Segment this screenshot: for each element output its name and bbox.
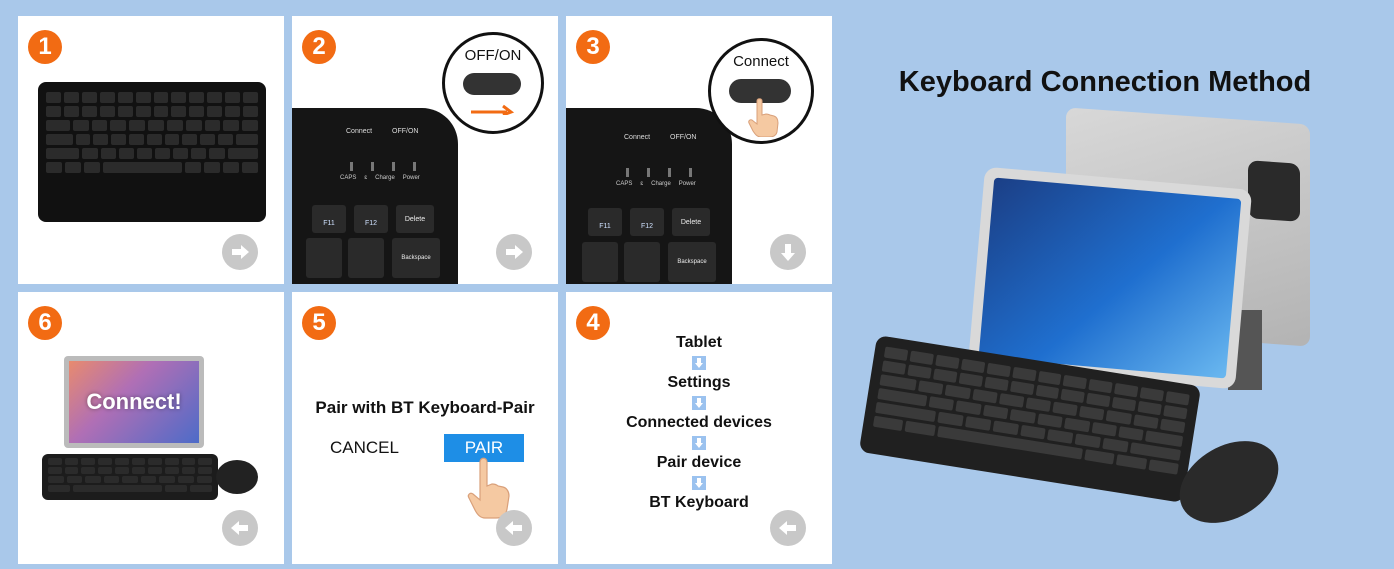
connect-small-label: Connect (346, 128, 373, 135)
backspace-key: Backspace (668, 242, 716, 282)
step-1-panel: 1 (18, 16, 284, 284)
flow-down-arrow-icon (692, 356, 706, 370)
slide-arrow-icon (471, 104, 515, 115)
next-arrow-left-icon (770, 510, 806, 546)
indicator-leds (626, 168, 692, 177)
camera-module (1248, 160, 1300, 222)
step-number-badge: 5 (302, 306, 336, 340)
plus-key (624, 242, 660, 282)
plus-key (348, 238, 384, 278)
hero-product-image (858, 107, 1360, 560)
off-on-label: OFF/ON (464, 47, 522, 64)
pair-prompt-text: Pair with BT Keyboard-Pair (315, 398, 535, 417)
offon-small-label: OFF/ON (670, 134, 697, 141)
flow-step-bt-keyboard: BT Keyboard (649, 494, 749, 511)
step-2-panel: 2 Connect OFF/ON CAPS ɛ Charge Power F11 F1… (292, 16, 558, 284)
cancel-button[interactable]: CANCEL (330, 438, 399, 458)
indicator-labels: CAPS ɛ Charge Power (340, 175, 420, 181)
tablet-image: Connect! (64, 356, 204, 448)
tablet-screen (978, 177, 1242, 379)
f12-key: F12 (354, 205, 388, 233)
f11-key: F11 (588, 208, 622, 236)
step-number-badge: 1 (28, 30, 62, 64)
backspace-key: Backspace (392, 238, 440, 278)
flow-down-arrow-icon (692, 436, 706, 450)
connect-success-text: Connect! (86, 389, 182, 414)
step-5-panel: 5 Pair with BT Keyboard-Pair CANCEL PAIR (292, 292, 558, 564)
step-6-panel: 6 Connect! (18, 292, 284, 564)
next-arrow-left-icon (496, 510, 532, 546)
step-number-badge: 3 (576, 30, 610, 64)
step-4-panel: 4 Tablet Settings Connected devices Pair… (566, 292, 832, 564)
next-arrow-right-icon (496, 234, 532, 270)
step-number-badge: 6 (28, 306, 62, 340)
connect-zoom-bubble: Connect (708, 38, 814, 144)
f11-key: F11 (312, 205, 346, 233)
finger-press-icon (748, 98, 779, 137)
next-arrow-right-icon (222, 234, 258, 270)
next-arrow-left-icon (222, 510, 258, 546)
settings-flow: Tablet Settings Connected devices Pair d… (566, 334, 832, 512)
f12-key: F12 (630, 208, 664, 236)
next-arrow-down-icon (770, 234, 806, 270)
keyboard-image (42, 454, 218, 500)
flow-step-tablet: Tablet (676, 334, 722, 351)
tablet-screen: Connect! (69, 361, 199, 443)
delete-key: Delete (396, 205, 434, 233)
page-title: Keyboard Connection Method (898, 66, 1312, 98)
indicator-leds (350, 162, 416, 171)
offon-small-label: OFF/ON (392, 128, 419, 135)
power-switch (463, 73, 521, 95)
minus-key (306, 238, 342, 278)
connect-small-label: Connect (624, 134, 651, 141)
mouse-image (216, 460, 258, 494)
keyboard-image (38, 82, 266, 222)
step-3-panel: 3 Connect OFF/ON CAPS ɛ Charge Power F11 F1… (566, 16, 832, 284)
switch-zoom-bubble: OFF/ON (442, 32, 544, 134)
indicator-labels: CAPS ɛ Charge Power (616, 181, 696, 187)
flow-down-arrow-icon (692, 476, 706, 490)
flow-step-settings: Settings (667, 374, 731, 391)
flow-step-pair-device: Pair device (656, 454, 742, 471)
connect-bubble-label: Connect (733, 53, 789, 70)
delete-key: Delete (672, 208, 710, 236)
minus-key (582, 242, 618, 282)
step-number-badge: 2 (302, 30, 336, 64)
flow-step-connected-devices: Connected devices (626, 414, 772, 431)
flow-down-arrow-icon (692, 396, 706, 410)
